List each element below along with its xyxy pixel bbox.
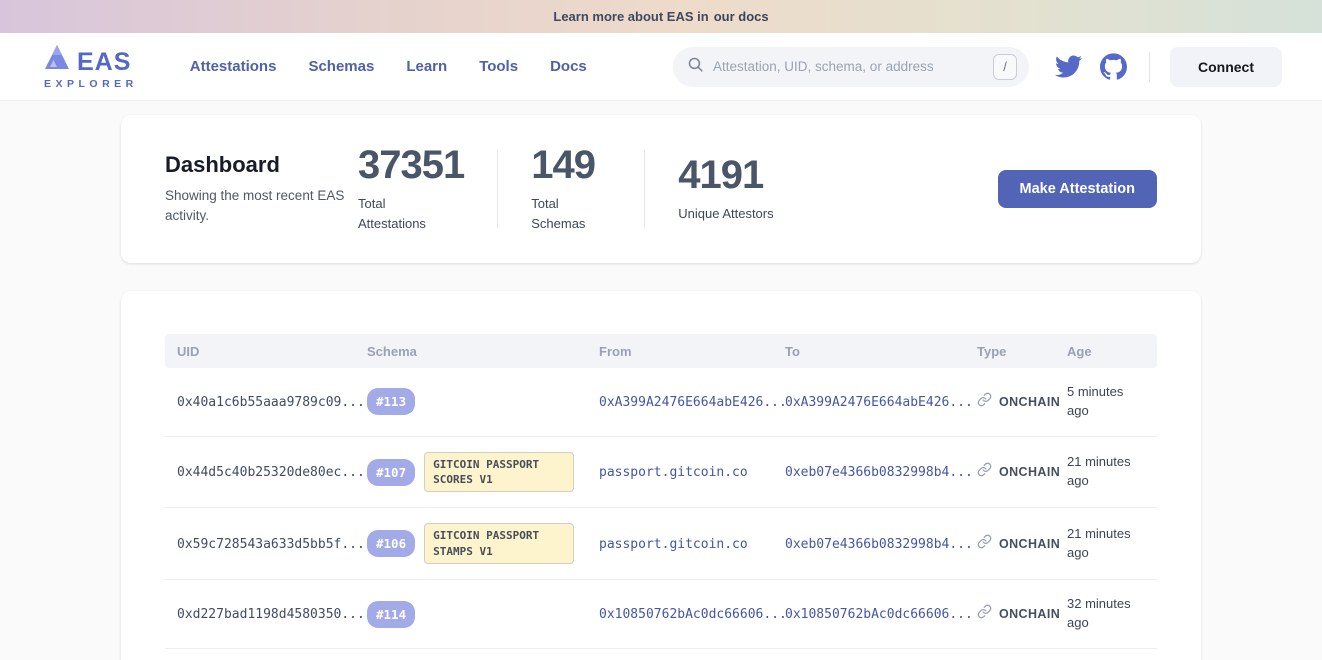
stat-value: 149	[531, 145, 611, 185]
type-badge: ONCHAIN	[999, 537, 1060, 551]
to-address-link[interactable]: 0xeb07e4366b0832998b4...	[785, 537, 973, 552]
header-divider	[1149, 52, 1150, 82]
age-text: 32 minutes ago	[1067, 596, 1131, 630]
attestation-row[interactable]: 0x44d5c40b25320de80ec... #107 GITCOIN PA…	[165, 436, 1157, 508]
table-header-row: UID Schema From To Type Age	[165, 334, 1157, 368]
type-badge: ONCHAIN	[999, 395, 1060, 409]
stat-divider	[497, 150, 498, 228]
attestation-row[interactable]: 0x59c728543a633d5bb5f... #106 GITCOIN PA…	[165, 508, 1157, 580]
logo-subtitle: EXPLORER	[44, 79, 138, 90]
stat-label: Total Schemas	[531, 194, 611, 233]
schema-name-badge[interactable]: GITCOIN PASSPORT SCORES V1	[424, 452, 574, 493]
logo-title: EAS	[77, 50, 131, 75]
from-address-link[interactable]: 0xA399A2476E664abE426...	[599, 395, 787, 410]
uid-link[interactable]: 0xd227bad1198d4580350...	[177, 607, 365, 622]
banner-docs-link[interactable]: our docs	[714, 9, 769, 24]
link-icon	[977, 462, 992, 482]
schema-id-badge[interactable]: #113	[367, 388, 415, 415]
stat-unique-attestors: 4191 Unique Attestors	[678, 155, 773, 224]
stat-label: Total Attestations	[358, 194, 438, 233]
stat-divider	[644, 150, 645, 228]
github-icon[interactable]	[1100, 53, 1127, 80]
banner-text: Learn more about EAS in	[553, 9, 708, 24]
from-address-link[interactable]: 0x10850762bAc0dc66606...	[599, 607, 787, 622]
search-shortcut-key: /	[993, 54, 1017, 80]
stat-value: 4191	[678, 155, 773, 195]
to-address-link[interactable]: 0xA399A2476E664abE426...	[785, 395, 973, 410]
type-badge: ONCHAIN	[999, 607, 1060, 621]
attestations-table: UID Schema From To Type Age 0x40a1c6b55a…	[165, 334, 1157, 660]
search-input[interactable]	[713, 59, 993, 74]
search-bar[interactable]: /	[673, 47, 1029, 87]
stat-value: 37351	[358, 145, 464, 185]
nav-docs[interactable]: Docs	[550, 58, 587, 75]
age-text: 21 minutes ago	[1067, 526, 1131, 560]
column-header-age: Age	[1067, 334, 1157, 368]
uid-link[interactable]: 0x40a1c6b55aaa9789c09...	[177, 395, 365, 410]
attestation-rows: 0x40a1c6b55aaa9789c09... #113 0xA399A247…	[165, 368, 1157, 660]
attestation-row[interactable]: 0x40a1c6b55aaa9789c09... #113 0xA399A247…	[165, 368, 1157, 436]
link-icon	[977, 392, 992, 412]
stats-row: 37351 Total Attestations 149 Total Schem…	[358, 145, 774, 233]
to-address-link[interactable]: 0x10850762bAc0dc66606...	[785, 607, 973, 622]
twitter-icon[interactable]	[1055, 53, 1082, 80]
nav-schemas[interactable]: Schemas	[308, 58, 374, 75]
dashboard-card: Dashboard Showing the most recent EAS ac…	[121, 115, 1201, 263]
eas-logo-icon	[44, 43, 71, 75]
uid-link[interactable]: 0x44d5c40b25320de80ec...	[177, 465, 365, 480]
announcement-banner[interactable]: Learn more about EAS in our docs	[0, 0, 1322, 33]
schema-id-badge[interactable]: #114	[367, 601, 415, 628]
uid-link[interactable]: 0x59c728543a633d5bb5f...	[177, 537, 365, 552]
nav-learn[interactable]: Learn	[406, 58, 447, 75]
from-address-link[interactable]: passport.gitcoin.co	[599, 537, 748, 552]
page-title: Dashboard	[165, 152, 358, 178]
stat-total-attestations: 37351 Total Attestations	[358, 145, 464, 233]
column-header-type: Type	[965, 334, 1067, 368]
attestation-row[interactable]: 0xd227bad1198d4580350... #114 0x10850762…	[165, 580, 1157, 649]
to-address-link[interactable]: 0xeb07e4366b0832998b4...	[785, 465, 973, 480]
from-address-link[interactable]: passport.gitcoin.co	[599, 465, 748, 480]
nav-tools[interactable]: Tools	[479, 58, 518, 75]
search-icon	[687, 56, 704, 78]
stat-label: Unique Attestors	[678, 204, 773, 224]
make-attestation-button[interactable]: Make Attestation	[998, 170, 1157, 208]
schema-name-badge[interactable]: GITCOIN PASSPORT STAMPS V1	[424, 523, 574, 564]
age-text: 5 minutes ago	[1067, 384, 1123, 418]
attestation-row[interactable]: 0x44d2d7643e7b3cde960... #113 0x17b1C1c6…	[165, 648, 1157, 660]
schema-id-badge[interactable]: #107	[367, 459, 415, 486]
page-subtitle: Showing the most recent EAS activity.	[165, 186, 345, 227]
column-header-uid: UID	[165, 334, 355, 368]
connect-button[interactable]: Connect	[1170, 47, 1282, 87]
link-icon	[977, 604, 992, 624]
age-text: 21 minutes ago	[1067, 454, 1131, 488]
stat-total-schemas: 149 Total Schemas	[531, 145, 611, 233]
eas-logo[interactable]: EAS EXPLORER	[44, 43, 138, 90]
column-header-to: To	[773, 334, 965, 368]
attestations-table-card: UID Schema From To Type Age 0x40a1c6b55a…	[121, 291, 1201, 660]
site-header: EAS EXPLORER Attestations Schemas Learn …	[0, 33, 1322, 101]
link-icon	[977, 534, 992, 554]
type-badge: ONCHAIN	[999, 465, 1060, 479]
column-header-from: From	[587, 334, 773, 368]
main-nav: Attestations Schemas Learn Tools Docs	[190, 58, 587, 75]
schema-id-badge[interactable]: #106	[367, 530, 415, 557]
nav-attestations[interactable]: Attestations	[190, 58, 277, 75]
column-header-schema: Schema	[355, 334, 587, 368]
